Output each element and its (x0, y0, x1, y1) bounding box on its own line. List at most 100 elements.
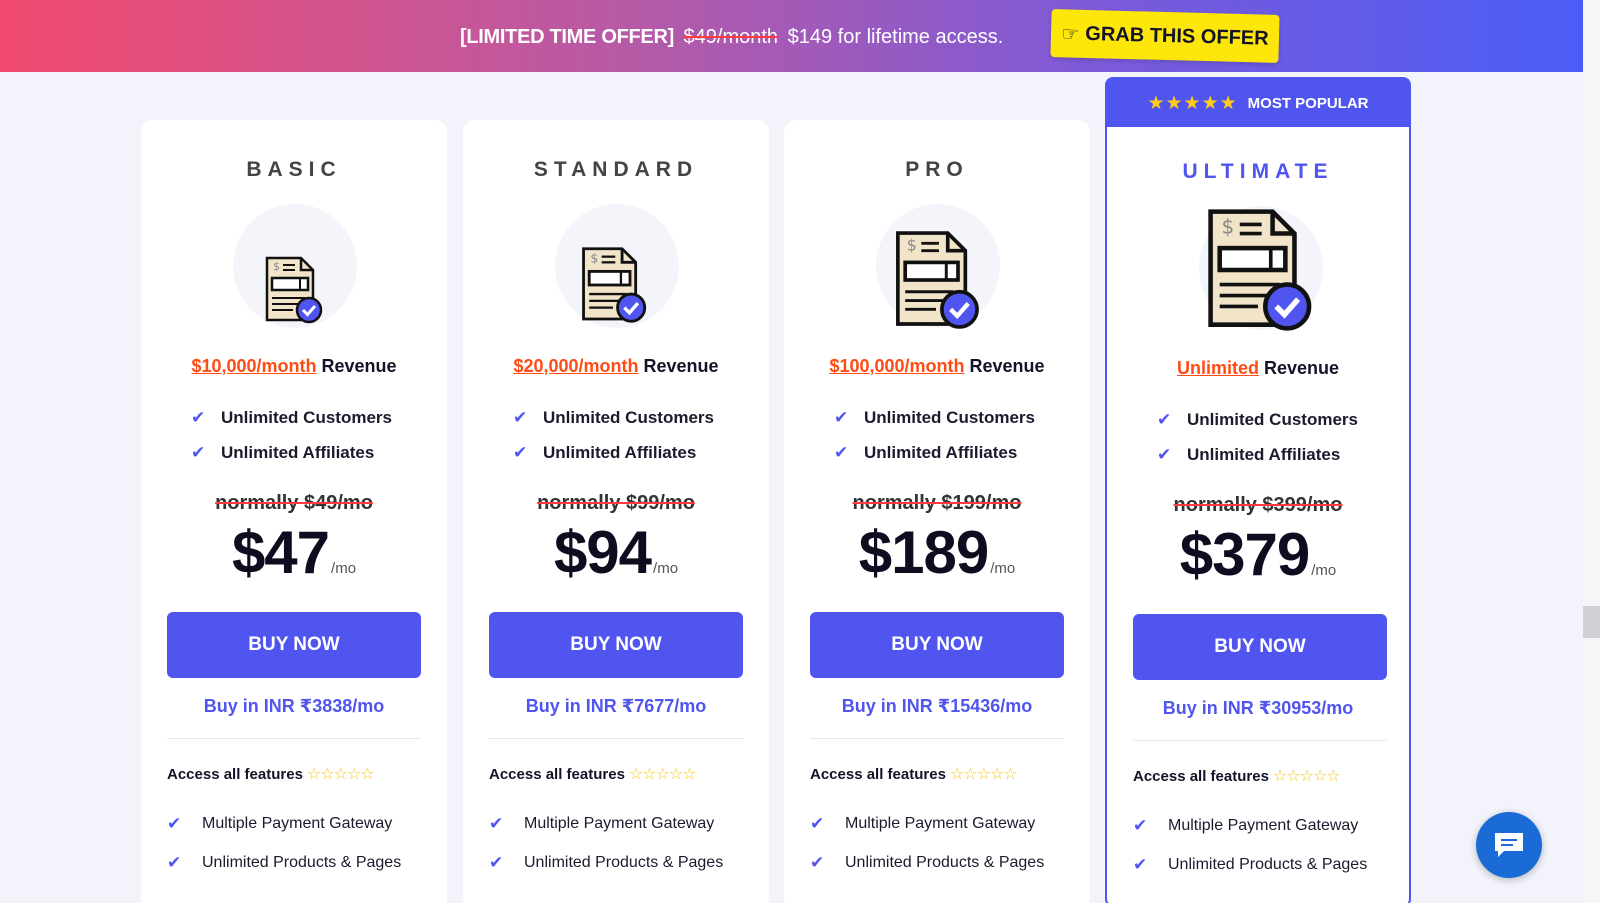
per-month: /mo (331, 560, 357, 577)
invoice-icon: $ (265, 256, 323, 324)
price: $94 (553, 519, 652, 586)
plan-card-basic: BASIC $ $10,000/month Revenue ✔ Unlimited… (141, 120, 447, 903)
check-icon: ✔ (810, 852, 825, 872)
list-item: ✔ Multiple Payment Gateway (1133, 806, 1367, 845)
offer-old-price: $49/month (683, 26, 779, 48)
revenue-suffix: Revenue (964, 356, 1045, 376)
plan-name: ULTIMATE (1182, 160, 1334, 183)
check-icon: ✔ (834, 442, 849, 462)
check-icon: ✔ (834, 407, 849, 427)
check-icon: ✔ (513, 407, 528, 427)
feature-label: Unlimited Customers (543, 407, 714, 427)
list-item: ✔ Unlimited Customers (834, 400, 1035, 435)
feature-label: Multiple Payment Gateway (524, 814, 715, 832)
check-icon: ✔ (810, 813, 825, 833)
star-rating-icon: ★★★★★ (1147, 92, 1238, 114)
feature-label: Unlimited Affiliates (221, 442, 375, 462)
feature-label: Unlimited Affiliates (543, 442, 697, 462)
feature-label: Unlimited Products & Pages (524, 853, 724, 871)
list-item: ✔ Unlimited Affiliates (834, 435, 1035, 470)
list-item: ✔ Unlimited Affiliates (513, 435, 714, 470)
list-item: ✔ Unlimited Customers (513, 400, 714, 435)
normal-price: normally $49/mo (215, 492, 373, 514)
check-icon: ✔ (1133, 854, 1148, 874)
buy-inr-link[interactable]: Buy in INR ₹30953/mo (1107, 698, 1409, 719)
revenue-amount: $10,000/month (191, 356, 317, 376)
check-icon: ✔ (1133, 815, 1148, 835)
price: $379 (1179, 521, 1310, 588)
revenue-line: $20,000/month Revenue (463, 356, 769, 377)
plan-name: BASIC (246, 158, 342, 181)
offer-tag: [LIMITED TIME OFFER] (460, 26, 674, 48)
plan-card-ultimate: ★★★★★ MOST POPULAR ULTIMATE $ Unlimited … (1105, 77, 1411, 903)
extra-feature-list: ✔ Multiple Payment Gateway ✔ Unlimited Pro… (167, 804, 401, 882)
page-scrollbar[interactable] (1583, 0, 1600, 903)
rating-stars-icon: ☆☆☆☆☆ (1272, 768, 1341, 785)
buy-now-button[interactable]: BUY NOW (489, 612, 743, 678)
chat-icon (1495, 833, 1523, 857)
most-popular-label: MOST POPULAR (1247, 94, 1369, 112)
buy-now-button[interactable]: BUY NOW (1133, 614, 1387, 680)
revenue-amount: $100,000/month (829, 356, 965, 376)
revenue-suffix: Revenue (638, 356, 719, 376)
rating-stars-icon: ☆☆☆☆☆ (949, 766, 1018, 783)
feature-label: Unlimited Products & Pages (202, 853, 402, 871)
svg-text:$: $ (273, 260, 280, 273)
check-icon: ✔ (489, 813, 504, 833)
access-features-label: Access all features ☆☆☆☆☆ (1133, 766, 1341, 786)
feature-label: Multiple Payment Gateway (202, 814, 393, 832)
revenue-line: $10,000/month Revenue (141, 356, 447, 377)
extra-feature-list: ✔ Multiple Payment Gateway ✔ Unlimited Pro… (489, 804, 723, 882)
feature-label: Unlimited Products & Pages (845, 853, 1045, 871)
plan-name: STANDARD (533, 158, 699, 181)
normal-price: normally $99/mo (537, 492, 695, 514)
feature-label: Unlimited Customers (864, 407, 1035, 427)
grab-offer-label: GRAB THIS OFFER (1085, 22, 1269, 50)
access-text: Access all features (167, 766, 303, 783)
chat-button[interactable] (1476, 812, 1542, 878)
check-icon: ✔ (167, 813, 182, 833)
list-item: ✔ Unlimited Customers (191, 400, 392, 435)
normal-price: normally $399/mo (1173, 494, 1343, 516)
offer-banner: [LIMITED TIME OFFER] $49/month $149 for … (0, 0, 1583, 72)
check-icon: ✔ (191, 442, 206, 462)
scrollbar-thumb[interactable] (1583, 606, 1600, 638)
access-text: Access all features (1133, 768, 1269, 785)
list-item: ✔ Multiple Payment Gateway (810, 804, 1044, 843)
grab-offer-button[interactable]: ☞ GRAB THIS OFFER (1050, 9, 1280, 63)
divider (489, 738, 743, 739)
list-item: ✔ Unlimited Products & Pages (167, 843, 401, 882)
buy-now-button[interactable]: BUY NOW (810, 612, 1064, 678)
feature-list: ✔ Unlimited Customers ✔ Unlimited Affiliat… (1157, 402, 1358, 472)
pointing-hand-icon: ☞ (1061, 22, 1080, 46)
extra-feature-list: ✔ Multiple Payment Gateway ✔ Unlimited Pro… (1133, 806, 1367, 884)
check-icon: ✔ (1157, 444, 1172, 464)
price: $47 (231, 519, 330, 586)
feature-label: Unlimited Products & Pages (1168, 855, 1368, 873)
price-block: $47/mo (141, 518, 447, 587)
divider (810, 738, 1064, 739)
access-features-label: Access all features ☆☆☆☆☆ (489, 764, 697, 784)
revenue-suffix: Revenue (1258, 358, 1340, 378)
feature-label: Unlimited Affiliates (864, 442, 1018, 462)
plan-card-pro: PRO $ $100,000/month Revenue ✔ Unlimited … (784, 120, 1090, 903)
list-item: ✔ Unlimited Products & Pages (489, 843, 723, 882)
offer-new-price: $149 for lifetime access. (787, 26, 1004, 48)
list-item: ✔ Multiple Payment Gateway (489, 804, 723, 843)
feature-label: Multiple Payment Gateway (1168, 816, 1359, 834)
check-icon: ✔ (1157, 409, 1172, 429)
feature-list: ✔ Unlimited Customers ✔ Unlimited Affiliat… (191, 400, 392, 470)
buy-inr-link[interactable]: Buy in INR ₹3838/mo (141, 696, 447, 717)
per-month: /mo (1311, 562, 1337, 579)
buy-inr-link[interactable]: Buy in INR ₹15436/mo (784, 696, 1090, 717)
feature-label: Unlimited Affiliates (1187, 444, 1341, 464)
svg-text:$: $ (907, 236, 917, 255)
list-item: ✔ Unlimited Affiliates (191, 435, 392, 470)
buy-inr-link[interactable]: Buy in INR ₹7677/mo (463, 696, 769, 717)
buy-now-button[interactable]: BUY NOW (167, 612, 421, 678)
feature-label: Unlimited Customers (1187, 409, 1358, 429)
price-block: $379/mo (1107, 520, 1409, 589)
revenue-line: $100,000/month Revenue (784, 356, 1090, 377)
svg-text:$: $ (1222, 215, 1235, 239)
list-item: ✔ Unlimited Affiliates (1157, 437, 1358, 472)
